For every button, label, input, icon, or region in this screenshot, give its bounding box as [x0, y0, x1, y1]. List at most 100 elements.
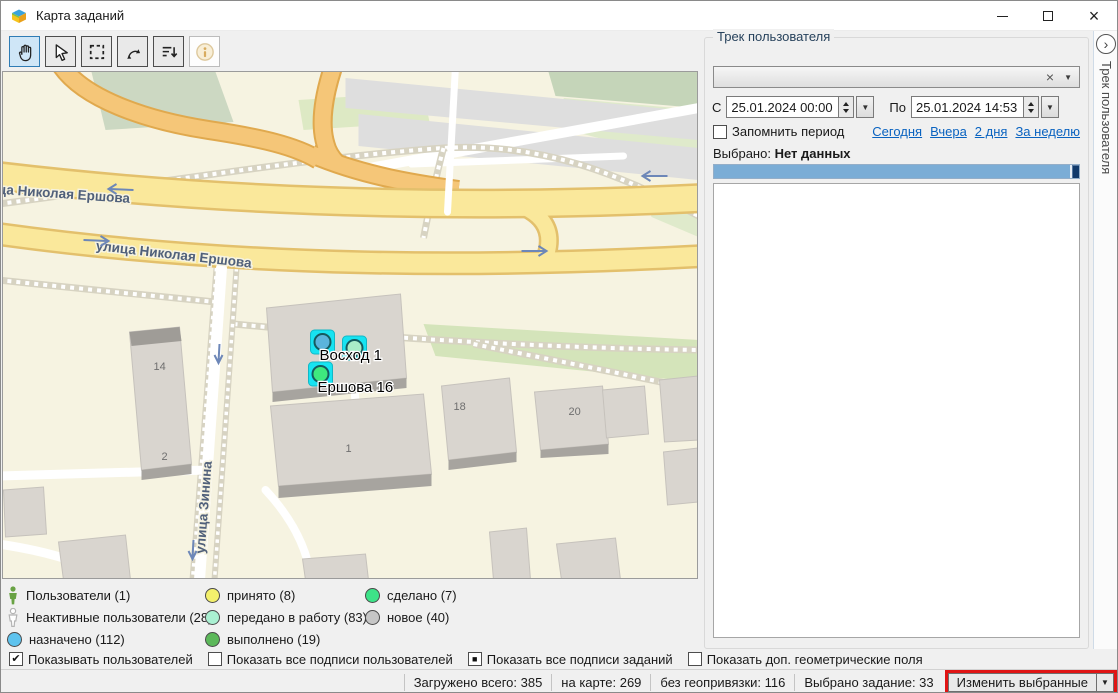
- info-icon: [193, 40, 217, 64]
- svg-text:18: 18: [454, 401, 466, 413]
- option-show-geometry-fields[interactable]: Показать доп. геометрические поля: [688, 652, 923, 667]
- sort-tool-button[interactable]: [153, 36, 184, 67]
- app-logo-icon: [10, 7, 28, 25]
- status-circle: [205, 632, 220, 647]
- user-select-combobox[interactable]: × ▼: [713, 66, 1080, 88]
- option-show-users[interactable]: ✔ Показывать пользователей: [9, 652, 193, 667]
- checkbox-unchecked: [713, 125, 727, 139]
- status-without-geo: без геопривязки: 116: [650, 674, 794, 691]
- link-today[interactable]: Сегодня: [872, 124, 922, 139]
- spin-up-icon: [843, 102, 849, 106]
- link-yesterday[interactable]: Вчера: [930, 124, 967, 139]
- legend-label: Неактивные пользователи (28): [26, 610, 212, 625]
- selected-value: Нет данных: [775, 146, 851, 161]
- person-icon: [7, 608, 19, 627]
- chevron-down-icon[interactable]: ▼: [1061, 73, 1079, 82]
- date-to-field[interactable]: 25.01.2024 14:53: [911, 96, 1024, 118]
- spin-down-icon: [843, 109, 849, 113]
- legend-label: принято (8): [227, 588, 295, 603]
- hand-icon: [14, 41, 36, 63]
- scrollbar-thumb[interactable]: [1070, 165, 1079, 178]
- status-circle: [205, 610, 220, 625]
- remember-period-checkbox[interactable]: Запомнить период: [713, 124, 844, 139]
- date-from-value: 25.01.2024 00:00: [731, 100, 832, 115]
- legend-label: выполнено (19): [227, 632, 320, 647]
- legend-item-accepted: принято (8): [205, 588, 365, 603]
- window-title: Карта заданий: [36, 8, 124, 23]
- legend-label: Пользователи (1): [26, 588, 130, 603]
- selected-info: Выбрано: Нет данных: [713, 146, 851, 161]
- cursor-icon: [50, 41, 72, 63]
- display-options-row: ✔ Показывать пользователей Показать все …: [1, 649, 1117, 669]
- user-track-panel: Трек пользователя × ▼ С 25.01.2024 00:00…: [704, 37, 1089, 649]
- date-from-dropdown[interactable]: ▼: [856, 96, 874, 118]
- status-selected-task: Выбрано задание: 33: [794, 674, 942, 691]
- legend-item-in-work: передано в работу (83): [205, 610, 365, 625]
- status-loaded-total: Загружено всего: 385: [404, 674, 552, 691]
- minimize-icon: [997, 16, 1008, 17]
- status-on-map: на карте: 269: [551, 674, 650, 691]
- checkbox-checked: ✔: [9, 652, 23, 666]
- legend-label: новое (40): [387, 610, 449, 625]
- legend-label: назначено (112): [29, 632, 125, 647]
- status-circle: [205, 588, 220, 603]
- legend-item-completed: выполнено (19): [205, 632, 365, 647]
- option-show-user-labels[interactable]: Показать все подписи пользователей: [208, 652, 453, 667]
- period-row: С 25.01.2024 00:00 ▼ По 25.01.2024 14:53…: [711, 96, 1080, 118]
- date-from-spinner[interactable]: [839, 96, 854, 118]
- maximize-icon: [1043, 11, 1053, 21]
- quick-period-links: Сегодня Вчера 2 дня За неделю: [872, 124, 1080, 139]
- expand-panel-button[interactable]: ›: [1096, 34, 1116, 54]
- legend-item-inactive-users: Неактивные пользователи (28): [7, 608, 205, 627]
- chevron-down-icon[interactable]: ▼: [1096, 674, 1113, 691]
- link-2days[interactable]: 2 дня: [975, 124, 1008, 139]
- option-label: Показать все подписи пользователей: [227, 652, 453, 667]
- curved-arrow-icon: [122, 41, 144, 63]
- date-to-dropdown[interactable]: ▼: [1041, 96, 1059, 118]
- horizontal-scrollbar[interactable]: [713, 164, 1080, 179]
- svg-text:1: 1: [346, 443, 352, 455]
- person-icon: [7, 586, 19, 605]
- sort-list-icon: [158, 41, 180, 63]
- from-label: С: [711, 100, 726, 115]
- remember-period-label: Запомнить период: [732, 124, 844, 139]
- maximize-button[interactable]: [1025, 1, 1071, 31]
- marquee-select-tool-button[interactable]: [81, 36, 112, 67]
- close-button[interactable]: ×: [1071, 1, 1117, 31]
- remember-period-row: Запомнить период Сегодня Вчера 2 дня За …: [713, 124, 1080, 139]
- marquee-icon: [86, 41, 108, 63]
- selected-label: Выбрано:: [713, 146, 771, 161]
- track-list-area[interactable]: [713, 183, 1080, 638]
- option-show-task-labels[interactable]: ■ Показать все подписи заданий: [468, 652, 673, 667]
- route-select-tool-button[interactable]: [117, 36, 148, 67]
- link-week[interactable]: За неделю: [1015, 124, 1080, 139]
- app-window: Карта заданий ×: [0, 0, 1118, 693]
- clear-icon[interactable]: ×: [1039, 69, 1061, 85]
- close-icon: ×: [1089, 7, 1100, 25]
- select-tool-button[interactable]: [45, 36, 76, 67]
- date-to-spinner[interactable]: [1024, 96, 1039, 118]
- to-label: По: [888, 100, 911, 115]
- chevron-down-icon: ▼: [861, 103, 869, 112]
- titlebar: Карта заданий ×: [1, 1, 1117, 31]
- map-canvas[interactable]: 14 2 1 18 20 улица Николая Ершова улица …: [2, 71, 698, 579]
- edit-selected-button[interactable]: Изменить выбранные ▼: [948, 673, 1114, 692]
- chevron-right-icon: ›: [1104, 36, 1109, 52]
- date-from-field[interactable]: 25.01.2024 00:00: [726, 96, 839, 118]
- svg-text:14: 14: [154, 361, 166, 373]
- spin-down-icon: [1028, 109, 1034, 113]
- legend-item-assigned: назначено (112): [7, 632, 205, 647]
- info-tool-button[interactable]: [189, 36, 220, 67]
- chevron-down-icon: ▼: [1046, 103, 1054, 112]
- pan-tool-button[interactable]: [9, 36, 40, 67]
- status-circle: [7, 632, 22, 647]
- option-label: Показать все подписи заданий: [487, 652, 673, 667]
- marker-label-ershova: Ершова 16: [318, 379, 394, 396]
- legend-label: сделано (7): [387, 588, 457, 603]
- option-label: Показывать пользователей: [28, 652, 193, 667]
- map-legend: Пользователи (1) принято (8) сделано (7)…: [7, 584, 515, 650]
- minimize-button[interactable]: [979, 1, 1025, 31]
- svg-text:20: 20: [569, 406, 581, 418]
- statusbar: Загружено всего: 385 на карте: 269 без г…: [1, 669, 1117, 693]
- date-to-value: 25.01.2024 14:53: [916, 100, 1017, 115]
